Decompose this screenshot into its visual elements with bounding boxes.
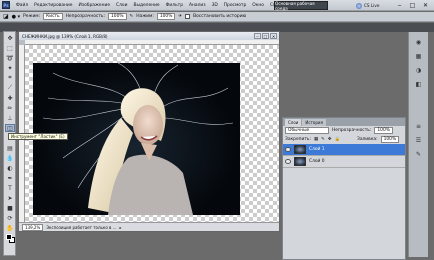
move-tool-icon[interactable]: ✥ [5,34,15,42]
layer-opacity-label: Непрозрачность: [332,128,372,133]
maximize-icon[interactable]: □ [406,0,419,10]
hand-tool-icon[interactable]: ✋ [5,224,15,232]
blur-tool-icon[interactable]: 💧 [5,154,15,162]
layer-name: Слой 1 [309,147,325,152]
toolbox: ✥ ⬚ ➰ ✦ ⌗ ⟋ ✚ ✏ ⊥ ◫ ↺ ▤ 💧 ◐ ✒ T ➤ ■ ⟳ ✋ … [3,31,16,256]
cs-live-label: CS Live [364,3,380,8]
blend-row: Обычные Непрозрачность: 100% [283,126,405,135]
lock-label: Закрепить: [285,137,311,142]
document-window: СНЕЖИНКИ.jpg @ 139% (Слой 1, RGB/8) ‒ □ … [18,31,280,232]
options-bar: ◪ ● ▾ Режим: Кисть Непрозрачность: 100% … [0,12,434,22]
tab-layers[interactable]: Слои [285,119,302,126]
close-icon[interactable]: ✕ [419,0,432,10]
mode-label: Режим: [23,14,41,19]
path-selection-tool-icon[interactable]: ➤ [5,194,15,202]
type-tool-icon[interactable]: T [5,184,15,192]
document-tab[interactable]: СНЕЖИНКИ.jpg @ 139% (Слой 1, RGB/8) ‒ □ … [19,32,279,40]
dodge-tool-icon[interactable]: ◐ [5,164,15,172]
crop-tool-icon[interactable]: ⌗ [5,74,15,82]
gradient-tool-icon[interactable]: ▤ [5,144,15,152]
airbrush-icon[interactable]: ✈ [178,14,182,19]
cs-live-button[interactable]: CS Live [356,1,379,10]
lock-all-icon[interactable]: 🔒 [335,137,340,142]
marquee-tool-icon[interactable]: ⬚ [5,44,15,52]
lock-transparency-icon[interactable]: ▦ [314,137,318,142]
panel-dock: ◉ ▦ ◑ ◧ ≡ ☰ ✎ [408,32,428,257]
menu-window[interactable]: Окно [249,3,267,8]
shape-tool-icon[interactable]: ■ [5,204,15,212]
pressure-label: Нажим: [136,14,154,19]
tab-history[interactable]: История [302,119,326,126]
status-text: Экспозиция работает только в ... [46,224,117,230]
workspace-button[interactable]: Основная рабочая среда [274,1,328,11]
opacity-label: Непрозрачность: [65,14,105,19]
zoom-field[interactable]: 139,2% [22,223,44,231]
minimize-icon[interactable]: ‒ [393,0,406,10]
photoshop-logo-icon: Ps [2,1,10,9]
doc-close-icon[interactable]: ✕ [270,33,277,39]
layer-opacity-input[interactable]: 100% [374,127,393,134]
clone-stamp-tool-icon[interactable]: ⊥ [5,114,15,122]
swatches-panel-icon[interactable]: ▦ [414,52,423,60]
layer-row-selected[interactable]: Слой 1 [283,144,405,156]
brush-size-icon[interactable]: ● ▾ [12,14,20,20]
visibility-eye-icon[interactable] [285,147,291,152]
lock-row: Закрепить: ▦ ✎ ✥ 🔒 Заливка: 100% [283,135,405,144]
foreground-color-swatch[interactable] [6,234,12,240]
status-arrow-icon[interactable]: ▸ [119,225,121,230]
tool-tooltip: Инструмент "Ластик" (E) [8,133,68,140]
blend-mode-select[interactable]: Обычные [285,127,329,134]
document-title: СНЕЖИНКИ.jpg @ 139% (Слой 1, RGB/8) [22,33,108,39]
healing-brush-tool-icon[interactable]: ✚ [5,94,15,102]
paths-panel-icon[interactable]: ✎ [414,150,423,158]
pressure-input[interactable]: 100% [156,13,176,20]
layer-name: Слой 0 [309,159,325,164]
history-checkbox[interactable] [185,14,191,19]
lock-pixels-icon[interactable]: ✎ [321,137,325,142]
pen-tool-icon[interactable]: ✒ [5,174,15,182]
layers-panel-icon[interactable]: ≡ [414,122,423,130]
mode-select[interactable]: Кисть [43,13,63,20]
menu-edit[interactable]: Редактирование [31,3,75,8]
layers-panel: Слои История Обычные Непрозрачность: 100… [282,117,406,260]
menu-image[interactable]: Изображение [75,3,113,8]
menu-3d[interactable]: 3D [209,3,221,8]
lock-position-icon[interactable]: ✥ [328,137,332,142]
fill-label: Заливка: [357,137,378,142]
eraser-icon[interactable]: ◪ [3,13,9,20]
color-panel-icon[interactable]: ◉ [414,38,423,46]
masks-panel-icon[interactable]: ◧ [414,80,423,88]
menu-analysis[interactable]: Анализ [186,3,209,8]
tablet-pressure-icon[interactable]: ✎ [130,14,134,19]
layer-row[interactable]: Слой 0 [283,156,405,168]
status-bar: 139,2% Экспозиция работает только в ... … [19,222,279,231]
cs-live-icon [356,2,362,9]
document-window-controls: ‒ □ ✕ [254,33,277,39]
quick-select-tool-icon[interactable]: ✦ [5,64,15,72]
visibility-eye-icon[interactable] [285,159,291,164]
adjustments-panel-icon[interactable]: ◑ [414,66,423,74]
brush-tool-icon[interactable]: ✏ [5,104,15,112]
fill-input[interactable]: 100% [380,136,400,143]
menu-layers[interactable]: Слои [113,3,130,8]
eraser-tool-icon[interactable]: ◫ [5,124,15,132]
opacity-input[interactable]: 100% [107,13,127,20]
menu-view[interactable]: Просмотр [221,3,250,8]
eyedropper-tool-icon[interactable]: ⟋ [5,84,15,92]
doc-maximize-icon[interactable]: □ [262,33,269,39]
doc-minimize-icon[interactable]: ‒ [254,33,261,39]
history-label: Восстановить историю [193,14,247,19]
window-controls: ‒ □ ✕ [393,0,432,10]
layer-thumbnail [294,145,306,154]
panel-tabs: Слои История [283,118,405,126]
3d-rotate-tool-icon[interactable]: ⟳ [5,214,15,222]
channels-panel-icon[interactable]: ☰ [414,136,423,144]
menu-filter[interactable]: Фильтр [163,3,186,8]
menu-file[interactable]: Файл [13,3,31,8]
lasso-tool-icon[interactable]: ➰ [5,54,15,62]
layer-thumbnail [294,157,306,166]
menu-select[interactable]: Выделение [130,3,162,8]
